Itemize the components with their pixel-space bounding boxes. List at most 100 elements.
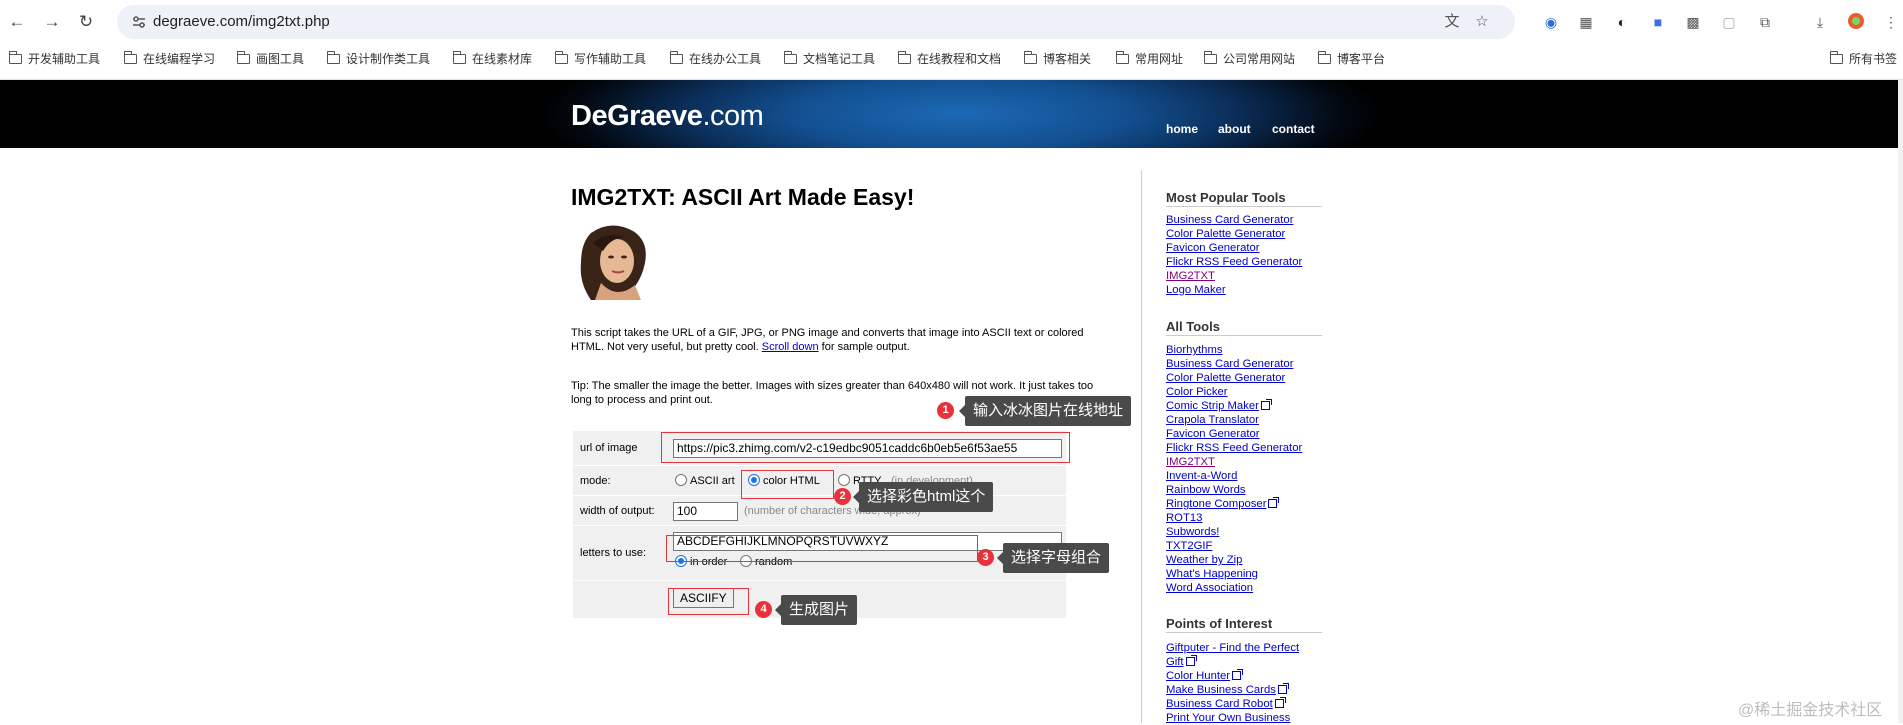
mode-ascii-art[interactable]: ASCII art bbox=[675, 474, 735, 487]
mode-label: mode: bbox=[580, 475, 611, 487]
width-label: width of output: bbox=[580, 505, 655, 517]
poi-link[interactable]: Giftputer - Find the Perfect bbox=[1166, 642, 1299, 654]
extension-2-icon[interactable]: ▦ bbox=[1576, 12, 1596, 32]
poi-link[interactable]: Gift bbox=[1166, 656, 1184, 668]
popular-tool-link[interactable]: Color Palette Generator bbox=[1166, 228, 1285, 240]
extensions-puzzle-icon[interactable]: ⧉ bbox=[1755, 12, 1775, 32]
url-label: url of image bbox=[580, 442, 638, 454]
translate-icon[interactable]: 文 bbox=[1442, 12, 1462, 32]
bookmark-star-icon[interactable]: ☆ bbox=[1472, 12, 1492, 32]
nav-home[interactable]: home bbox=[1166, 122, 1198, 136]
external-link-icon bbox=[1277, 683, 1289, 694]
extension-1-icon[interactable]: ◉ bbox=[1541, 12, 1561, 32]
popular-tool-link[interactable]: Business Card Generator bbox=[1166, 214, 1293, 226]
poi-link[interactable]: Color Hunter bbox=[1166, 670, 1230, 682]
bookmark-folder[interactable]: 文档笔记工具 bbox=[783, 50, 875, 67]
folder-icon bbox=[1317, 51, 1331, 64]
popular-tool-link[interactable]: Logo Maker bbox=[1166, 284, 1226, 296]
popular-tools-list: Business Card Generator Color Palette Ge… bbox=[1166, 213, 1302, 297]
tool-link[interactable]: Weather by Zip bbox=[1166, 554, 1242, 566]
folder-icon bbox=[123, 51, 137, 64]
tool-link[interactable]: Subwords! bbox=[1166, 526, 1219, 538]
site-logo[interactable]: DeGraeve.com bbox=[571, 100, 764, 133]
menu-kebab-icon[interactable]: ⋮ bbox=[1881, 12, 1901, 32]
back-icon[interactable]: ← bbox=[4, 9, 30, 35]
radio-icon[interactable] bbox=[838, 474, 850, 486]
step-callout-2: 选择彩色html这个 bbox=[852, 482, 994, 512]
bookmark-folder[interactable]: 写作辅助工具 bbox=[554, 50, 646, 67]
bookmark-folder[interactable]: 在线编程学习 bbox=[123, 50, 215, 67]
folder-icon bbox=[8, 51, 22, 64]
width-input[interactable]: 100 bbox=[673, 502, 738, 521]
bookmark-folder[interactable]: 博客相关 bbox=[1023, 50, 1091, 67]
tool-link[interactable]: Crapola Translator bbox=[1166, 414, 1259, 426]
nav-contact[interactable]: contact bbox=[1272, 122, 1315, 136]
poi-link[interactable]: Business Card Robot bbox=[1166, 698, 1273, 710]
toolbar: ← → ↻ degraeve.com/img2txt.php 文 ☆ ◉ ▦ ◐… bbox=[0, 0, 1903, 44]
download-icon[interactable]: ⤓ bbox=[1810, 12, 1830, 32]
points-of-interest-heading: Points of Interest bbox=[1166, 616, 1322, 633]
tool-link[interactable]: Business Card Generator bbox=[1166, 358, 1293, 370]
extension-6-icon[interactable]: ▢ bbox=[1719, 12, 1739, 32]
tool-link[interactable]: Ringtone Composer bbox=[1166, 498, 1266, 510]
scroll-down-link[interactable]: Scroll down bbox=[762, 341, 819, 353]
extension-3-icon[interactable]: ◐ bbox=[1612, 12, 1632, 32]
folder-icon bbox=[669, 51, 683, 64]
page-title: IMG2TXT: ASCII Art Made Easy! bbox=[571, 184, 915, 210]
folder-icon bbox=[1203, 51, 1217, 64]
address-bar[interactable]: degraeve.com/img2txt.php 文 ☆ bbox=[117, 5, 1515, 39]
step-callout-1: 输入冰冰图片在线地址 bbox=[958, 396, 1132, 426]
bookmark-folder[interactable]: 公司常用网站 bbox=[1203, 50, 1295, 67]
radio-icon[interactable] bbox=[675, 474, 687, 486]
tool-link[interactable]: ROT13 bbox=[1166, 512, 1202, 524]
popular-tool-link[interactable]: IMG2TXT bbox=[1166, 270, 1215, 282]
tool-link[interactable]: Comic Strip Maker bbox=[1166, 400, 1259, 412]
reload-icon[interactable]: ↻ bbox=[73, 9, 99, 35]
step-badge-2: 2 bbox=[834, 488, 851, 505]
external-link-icon bbox=[1185, 655, 1197, 666]
external-link-icon bbox=[1232, 669, 1244, 680]
browser-chrome: ← → ↻ degraeve.com/img2txt.php 文 ☆ ◉ ▦ ◐… bbox=[0, 0, 1903, 80]
bookmark-folder[interactable]: 设计制作类工具 bbox=[326, 50, 430, 67]
bookmark-folder[interactable]: 开发辅助工具 bbox=[8, 50, 100, 67]
sidebar-divider bbox=[1141, 170, 1142, 723]
bookmark-folder[interactable]: 在线办公工具 bbox=[669, 50, 761, 67]
tool-link[interactable]: Invent-a-Word bbox=[1166, 470, 1237, 482]
nav-about[interactable]: about bbox=[1218, 122, 1251, 136]
external-link-icon bbox=[1268, 497, 1280, 508]
folder-icon bbox=[1829, 51, 1843, 64]
tool-link[interactable]: Flickr RSS Feed Generator bbox=[1166, 442, 1302, 454]
page-scrollbar[interactable] bbox=[1898, 80, 1903, 723]
qr-icon[interactable]: ▩ bbox=[1683, 12, 1703, 32]
folder-icon bbox=[452, 51, 466, 64]
folder-icon bbox=[554, 51, 568, 64]
profile-avatar-icon[interactable] bbox=[1846, 12, 1866, 32]
bookmark-folder[interactable]: 在线教程和文档 bbox=[897, 50, 1001, 67]
forward-icon[interactable]: → bbox=[39, 9, 65, 35]
folder-icon bbox=[897, 51, 911, 64]
popular-tool-link[interactable]: Flickr RSS Feed Generator bbox=[1166, 256, 1302, 268]
watermark-text: @稀土掘金技术社区 bbox=[1738, 702, 1883, 719]
tool-link[interactable]: Color Picker bbox=[1166, 386, 1228, 398]
site-settings-icon[interactable] bbox=[131, 14, 147, 30]
tool-link[interactable]: Biorhythms bbox=[1166, 344, 1223, 356]
tool-link[interactable]: What's Happening bbox=[1166, 568, 1258, 580]
poi-link[interactable]: Make Business Cards bbox=[1166, 684, 1276, 696]
bookmark-folder[interactable]: 常用网址 bbox=[1115, 50, 1183, 67]
tool-link[interactable]: Word Association bbox=[1166, 582, 1253, 594]
step-callout-3: 选择字母组合 bbox=[996, 543, 1110, 573]
bookmark-folder[interactable]: 博客平台 bbox=[1317, 50, 1385, 67]
highlight-letters bbox=[666, 535, 978, 562]
bookmark-folder[interactable]: 画图工具 bbox=[236, 50, 304, 67]
all-bookmarks[interactable]: 所有书签 bbox=[1829, 50, 1897, 67]
poi-link[interactable]: Print Your Own Business bbox=[1166, 712, 1290, 724]
tool-link[interactable]: TXT2GIF bbox=[1166, 540, 1212, 552]
extension-4-icon[interactable]: ■ bbox=[1648, 12, 1668, 32]
popular-tool-link[interactable]: Favicon Generator bbox=[1166, 242, 1260, 254]
url-text[interactable]: degraeve.com/img2txt.php bbox=[153, 13, 330, 30]
tool-link[interactable]: IMG2TXT bbox=[1166, 456, 1215, 468]
bookmark-folder[interactable]: 在线素材库 bbox=[452, 50, 532, 67]
tool-link[interactable]: Favicon Generator bbox=[1166, 428, 1260, 440]
tool-link[interactable]: Color Palette Generator bbox=[1166, 372, 1285, 384]
tool-link[interactable]: Rainbow Words bbox=[1166, 484, 1246, 496]
